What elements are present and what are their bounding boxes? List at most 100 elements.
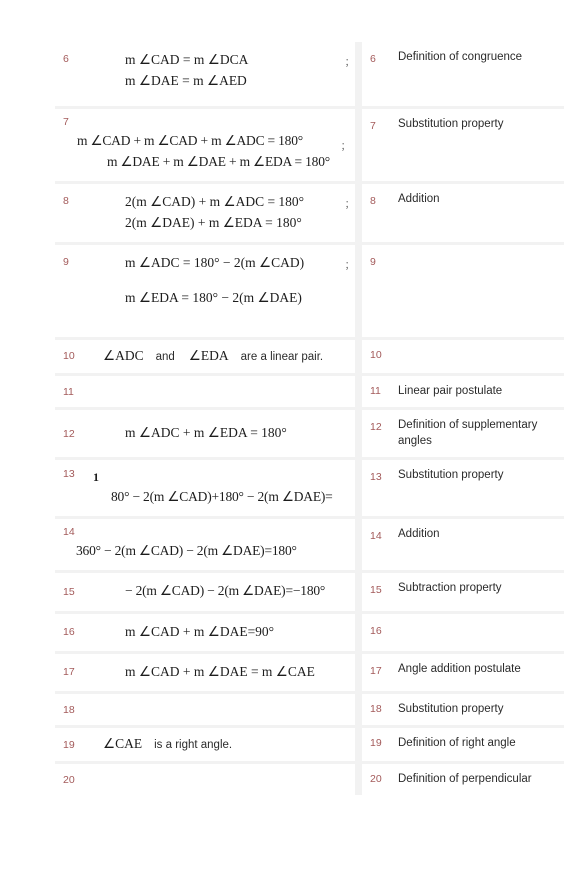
statement-cell[interactable]: 17 m ∠CAD + m ∠DAE = m ∠CAE bbox=[55, 653, 355, 691]
statement-line: m ∠CAD + m ∠DAE = m ∠CAE bbox=[125, 663, 315, 679]
table-row: 18 18 Substitution property bbox=[55, 693, 564, 726]
table-row: 11 11 Linear pair postulate bbox=[55, 375, 564, 408]
reason-number: 14 bbox=[370, 529, 382, 542]
reason-cell[interactable]: 11 Linear pair postulate bbox=[362, 375, 564, 408]
statement-cell[interactable]: 16 m ∠CAD + m ∠DAE=90° bbox=[55, 613, 355, 651]
reason-number: 18 bbox=[370, 702, 382, 715]
statement-line: m ∠CAD = m ∠DCA bbox=[125, 52, 249, 67]
table-row: 8 2(m ∠CAD) + m ∠ADC = 180° 2(m ∠DAE) + … bbox=[55, 183, 564, 242]
reason-number: 10 bbox=[370, 348, 382, 361]
reason-cell[interactable]: 8 Addition bbox=[362, 183, 564, 242]
row-number: 19 bbox=[63, 738, 75, 751]
table-row: 20 20 Definition of perpendicular bbox=[55, 763, 564, 796]
semicolon-separator: ; bbox=[345, 255, 349, 271]
reason-number: 8 bbox=[370, 194, 376, 207]
table-row: 15 − 2(m ∠CAD) − 2(m ∠DAE)=−180° 15 Subt… bbox=[55, 572, 564, 611]
statement-cell[interactable]: 8 2(m ∠CAD) + m ∠ADC = 180° 2(m ∠DAE) + … bbox=[55, 183, 355, 242]
row-number: 6 bbox=[63, 53, 69, 65]
table-row: 6 m ∠CAD = m ∠DCA m ∠DAE = m ∠AED ; 6 De… bbox=[55, 42, 564, 106]
statement-cell[interactable]: 15 − 2(m ∠CAD) − 2(m ∠DAE)=−180° bbox=[55, 572, 355, 611]
reason-cell[interactable]: 16 bbox=[362, 613, 564, 651]
statement-text: − 2(m ∠CAD) − 2(m ∠DAE)=−180° bbox=[85, 581, 349, 602]
statement-cell[interactable]: 7 m ∠CAD + m ∠CAD + m ∠ADC = 180° m ∠DAE… bbox=[55, 109, 355, 181]
row-number: 12 bbox=[63, 427, 75, 440]
table-row: 13 1 80° − 2(m ∠CAD)+180° − 2(m ∠DAE)= 1… bbox=[55, 460, 564, 516]
row-number: 7 bbox=[63, 116, 69, 128]
table-row: 19 ∠CAE is a right angle. 19 Definition o… bbox=[55, 728, 564, 761]
table-row: 12 m ∠ADC + m ∠EDA = 180° 12 Definition … bbox=[55, 410, 564, 458]
reason-cell[interactable]: 20 Definition of perpendicular bbox=[362, 763, 564, 796]
reason-text: Substitution property bbox=[398, 469, 504, 482]
statement-line: m ∠EDA = 180° − 2(m ∠DAE) bbox=[125, 289, 302, 305]
reason-cell[interactable]: 9 bbox=[362, 244, 564, 337]
reason-number: 11 bbox=[370, 384, 381, 397]
reason-cell[interactable]: 19 Definition of right angle bbox=[362, 728, 564, 761]
reason-number: 16 bbox=[370, 624, 382, 637]
statement-trailing-text: is a right angle. bbox=[154, 739, 233, 752]
statement-cell[interactable]: 11 bbox=[55, 375, 355, 408]
statement-text: m ∠CAD = m ∠DCA m ∠DAE = m ∠AED bbox=[85, 50, 337, 92]
row-number: 15 bbox=[63, 585, 75, 598]
statement-text: m ∠ADC = 180° − 2(m ∠CAD) m ∠EDA = 180° … bbox=[85, 253, 337, 309]
statement-text: m ∠ADC + m ∠EDA = 180° bbox=[85, 423, 349, 444]
reason-number: 20 bbox=[370, 772, 382, 785]
statement-line: m ∠CAD + m ∠DAE=90° bbox=[125, 623, 275, 639]
row-number: 14 bbox=[63, 525, 75, 538]
reason-cell[interactable]: 14 Addition bbox=[362, 518, 564, 570]
statement-cell[interactable]: 14 360° − 2(m ∠CAD) − 2(m ∠DAE)=180° bbox=[55, 518, 355, 570]
statement-cell[interactable]: 9 m ∠ADC = 180° − 2(m ∠CAD) m ∠EDA = 180… bbox=[55, 244, 355, 337]
statement-line: m ∠DAE = m ∠AED bbox=[125, 72, 247, 88]
table-row: 7 m ∠CAD + m ∠CAD + m ∠ADC = 180° m ∠DAE… bbox=[55, 109, 564, 181]
reason-cell[interactable]: 13 Substitution property bbox=[362, 460, 564, 516]
reason-cell[interactable]: 6 Definition of congruence bbox=[362, 42, 564, 106]
statement-math-1: ∠ADC bbox=[103, 347, 144, 363]
semicolon-separator: ; bbox=[341, 137, 345, 152]
table-row: 14 360° − 2(m ∠CAD) − 2(m ∠DAE)=180° 14 … bbox=[55, 518, 564, 570]
statement-cell[interactable]: 18 bbox=[55, 693, 355, 726]
reason-number: 19 bbox=[370, 737, 382, 750]
statement-text: m ∠CAD + m ∠DAE=90° bbox=[85, 622, 349, 643]
statement-conjunction: and bbox=[155, 350, 175, 363]
reason-cell[interactable]: 17 Angle addition postulate bbox=[362, 653, 564, 691]
reason-number: 6 bbox=[370, 53, 376, 65]
reason-text: Substitution property bbox=[398, 702, 504, 715]
line-spacer bbox=[91, 274, 337, 288]
reason-text: Addition bbox=[398, 527, 440, 540]
reason-text: Linear pair postulate bbox=[398, 384, 503, 397]
reason-number: 7 bbox=[370, 120, 376, 132]
statement-math-1: ∠CAE bbox=[103, 736, 143, 752]
statement-cell[interactable]: 10 ∠ADC and ∠EDA are a linear pair. bbox=[55, 339, 355, 373]
statement-text bbox=[85, 702, 349, 713]
statement-cell[interactable]: 12 m ∠ADC + m ∠EDA = 180° bbox=[55, 410, 355, 458]
statement-cell[interactable]: 6 m ∠CAD = m ∠DCA m ∠DAE = m ∠AED ; bbox=[55, 42, 355, 106]
statement-line: m ∠ADC = 180° − 2(m ∠CAD) bbox=[125, 254, 305, 270]
statement-cell[interactable]: 13 1 80° − 2(m ∠CAD)+180° − 2(m ∠DAE)= bbox=[55, 460, 355, 516]
statement-cell[interactable]: 20 bbox=[55, 763, 355, 796]
table-row: 10 ∠ADC and ∠EDA are a linear pair. 10 bbox=[55, 339, 564, 373]
reason-number: 13 bbox=[370, 471, 382, 484]
reason-cell[interactable]: 18 Substitution property bbox=[362, 693, 564, 726]
reason-text: Definition of congruence bbox=[398, 51, 523, 63]
statement-line: 360° − 2(m ∠CAD) − 2(m ∠DAE)=180° bbox=[76, 542, 297, 558]
statement-text bbox=[85, 772, 349, 783]
reason-cell[interactable]: 12 Definition of supplementary angles bbox=[362, 410, 564, 458]
reason-text: Definition of right angle bbox=[398, 737, 516, 750]
reason-text: Angle addition postulate bbox=[398, 662, 521, 675]
statement-line: 80° − 2(m ∠CAD)+180° − 2(m ∠DAE)= bbox=[111, 488, 333, 504]
row-number: 8 bbox=[63, 194, 69, 207]
reason-cell[interactable]: 10 bbox=[362, 339, 564, 373]
statement-text bbox=[85, 384, 349, 395]
statement-cell[interactable]: 19 ∠CAE is a right angle. bbox=[55, 728, 355, 761]
semicolon-separator: ; bbox=[345, 194, 349, 210]
row-number: 18 bbox=[63, 703, 75, 716]
statement-line: 2(m ∠DAE) + m ∠EDA = 180° bbox=[125, 214, 302, 230]
table-row: 17 m ∠CAD + m ∠DAE = m ∠CAE 17 Angle add… bbox=[55, 653, 564, 691]
reason-cell[interactable]: 15 Subtraction property bbox=[362, 572, 564, 611]
reason-cell[interactable]: 7 Substitution property bbox=[362, 109, 564, 181]
statement-line: m ∠DAE + m ∠DAE + m ∠EDA = 180° bbox=[107, 153, 330, 169]
reason-text: Definition of perpendicular bbox=[398, 772, 532, 785]
proof-table: 6 m ∠CAD = m ∠DCA m ∠DAE = m ∠AED ; 6 De… bbox=[55, 42, 564, 796]
reason-number: 9 bbox=[370, 255, 376, 268]
row-number: 17 bbox=[63, 666, 75, 679]
statement-text: ∠CAE is a right angle. bbox=[85, 736, 349, 753]
